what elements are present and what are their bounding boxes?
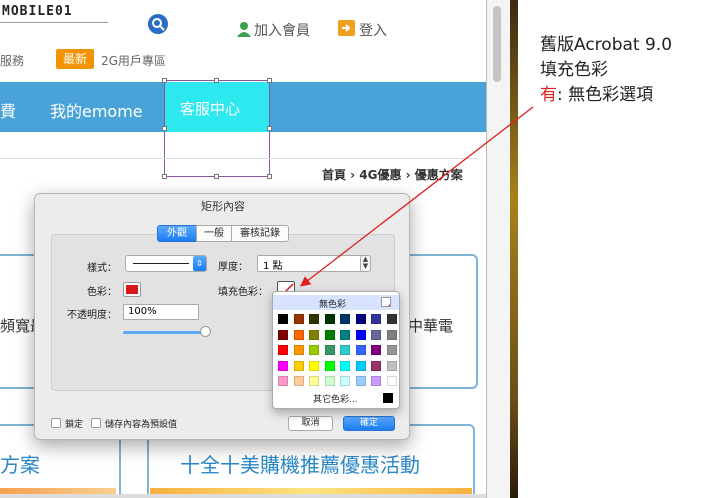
- annotation-arrow: [299, 106, 534, 287]
